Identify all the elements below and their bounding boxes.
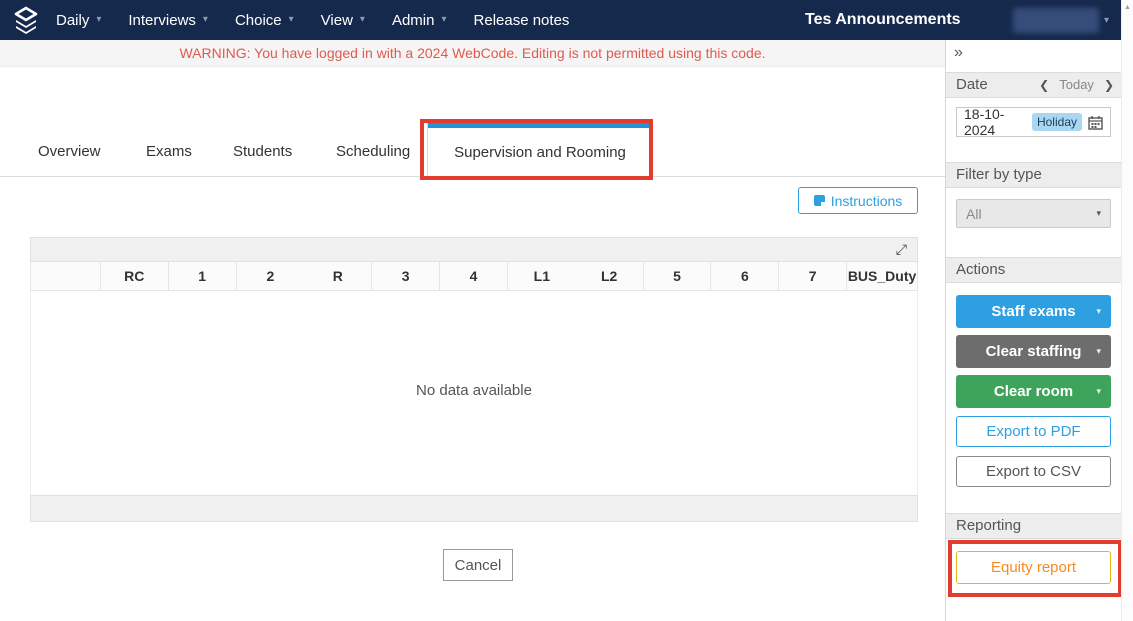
table-footer bbox=[30, 495, 918, 522]
filter-section-title: Filter by type bbox=[956, 166, 1042, 183]
chevron-down-icon: ▾ bbox=[441, 14, 447, 25]
supervision-table: ⤢ RC 1 2 R 3 4 L1 L2 5 6 7 BUS_Duty No d… bbox=[30, 237, 918, 522]
today-button[interactable]: Today bbox=[1059, 73, 1094, 97]
column-header-3: 3 bbox=[372, 262, 441, 290]
active-tab-indicator bbox=[428, 123, 652, 128]
equity-report-button[interactable]: Equity report bbox=[956, 551, 1111, 584]
holiday-badge: Holiday bbox=[1031, 113, 1082, 131]
table-toolbar: ⤢ bbox=[30, 237, 918, 262]
nav-item-label: Daily bbox=[56, 11, 90, 29]
nav-item-interviews[interactable]: Interviews ▾ bbox=[128, 12, 208, 29]
right-sidebar: » Date ❮ Today ❯ 18-10-2024 Holiday Filt… bbox=[945, 40, 1122, 621]
nav-item-admin[interactable]: Admin ▾ bbox=[392, 12, 447, 29]
column-header-6: 6 bbox=[711, 262, 780, 290]
column-header-4: 4 bbox=[440, 262, 508, 290]
column-header-7: 7 bbox=[779, 262, 848, 290]
top-navbar: Daily ▾ Interviews ▾ Choice ▾ View ▾ Adm… bbox=[0, 0, 1133, 40]
tes-logo-icon bbox=[14, 6, 38, 34]
column-header-l2: L2 bbox=[576, 262, 644, 290]
webcode-warning-banner: WARNING: You have logged in with a 2024 … bbox=[0, 40, 945, 67]
user-menu-redacted[interactable] bbox=[1013, 8, 1099, 33]
table-body: No data available bbox=[30, 291, 918, 495]
nav-item-label: View bbox=[320, 11, 353, 29]
chevron-down-icon: ▾ bbox=[288, 14, 294, 25]
section-header-actions: Actions bbox=[946, 257, 1122, 283]
reporting-section-title: Reporting bbox=[956, 517, 1022, 534]
column-header-l1: L1 bbox=[533, 268, 550, 284]
nav-item-label: Interviews bbox=[128, 11, 196, 29]
date-value: 18-10-2024 bbox=[964, 106, 1005, 138]
chevron-down-icon: ▾ bbox=[1096, 208, 1101, 218]
chevron-down-icon[interactable]: ▾ bbox=[1096, 346, 1101, 357]
tab-scheduling[interactable]: Scheduling bbox=[336, 143, 410, 160]
tab-overview[interactable]: Overview bbox=[38, 143, 101, 160]
instructions-icon bbox=[813, 195, 825, 206]
instructions-label: Instructions bbox=[830, 192, 903, 209]
date-section-title: Date bbox=[956, 76, 988, 93]
tab-students[interactable]: Students bbox=[233, 143, 292, 160]
collapse-sidebar-icon[interactable]: » bbox=[954, 44, 963, 62]
column-header bbox=[31, 262, 101, 290]
tes-announcements-label[interactable]: Tes Announcements bbox=[805, 11, 961, 29]
export-pdf-button[interactable]: Export to PDF bbox=[956, 416, 1111, 447]
column-header-r: R bbox=[304, 262, 373, 290]
column-header-1: 1 bbox=[169, 262, 237, 290]
next-day-icon[interactable]: ❯ bbox=[1104, 73, 1114, 97]
clear-staffing-label: Clear staffing bbox=[985, 343, 1082, 360]
selected-filter-value: All bbox=[966, 205, 982, 222]
clear-staffing-button[interactable]: Clear staffing ▾ bbox=[956, 335, 1111, 368]
vertical-scrollbar[interactable]: ▲ bbox=[1121, 0, 1133, 621]
instructions-button[interactable]: Instructions bbox=[798, 187, 918, 214]
clear-room-label: Clear room bbox=[993, 383, 1074, 400]
nav-item-label: Release notes bbox=[473, 11, 570, 29]
chevron-down-icon[interactable]: ▾ bbox=[1096, 386, 1101, 397]
column-header-5: 5 bbox=[644, 262, 712, 290]
cancel-button[interactable]: Cancel bbox=[443, 549, 513, 581]
tab-supervision-and-rooming[interactable]: Supervision and Rooming bbox=[427, 122, 653, 177]
date-input[interactable]: 18-10-2024 Holiday bbox=[956, 106, 1111, 138]
empty-state-message: No data available bbox=[416, 381, 532, 399]
staff-exams-label: Staff exams bbox=[991, 303, 1076, 320]
type-filter-select[interactable]: All ▾ bbox=[956, 199, 1111, 228]
tab-label: Supervision and Rooming bbox=[454, 144, 626, 161]
staff-exams-button[interactable]: Staff exams ▾ bbox=[956, 295, 1111, 328]
column-header-bus-duty: BUS_Duty bbox=[847, 268, 917, 284]
expand-icon[interactable]: ⤢ bbox=[896, 241, 907, 258]
actions-section-title: Actions bbox=[956, 261, 1006, 278]
column-header-2: 2 bbox=[266, 268, 275, 284]
previous-day-icon[interactable]: ❮ bbox=[1039, 73, 1049, 97]
navbar-menu: Daily ▾ Interviews ▾ Choice ▾ View ▾ Adm… bbox=[56, 12, 569, 29]
calendar-icon[interactable] bbox=[1088, 115, 1103, 130]
chevron-down-icon[interactable]: ▾ bbox=[1096, 306, 1101, 317]
table-header-row: RC 1 2 R 3 4 L1 L2 5 6 7 BUS_Duty bbox=[30, 262, 918, 291]
section-header-reporting: Reporting bbox=[946, 513, 1122, 539]
section-header-filter: Filter by type bbox=[946, 162, 1122, 188]
nav-item-label: Admin bbox=[391, 11, 435, 29]
nav-item-label: Choice bbox=[234, 11, 282, 29]
chevron-down-icon: ▾ bbox=[96, 14, 102, 25]
date-navigation: ❮ Today ❯ bbox=[1039, 73, 1114, 97]
scroll-up-icon[interactable]: ▲ bbox=[1124, 4, 1131, 11]
nav-item-choice[interactable]: Choice ▾ bbox=[235, 12, 294, 29]
chevron-down-icon[interactable]: ▾ bbox=[1104, 15, 1109, 26]
nav-item-daily[interactable]: Daily ▾ bbox=[56, 12, 101, 29]
chevron-down-icon: ▾ bbox=[202, 14, 208, 25]
chevron-down-icon: ▾ bbox=[359, 14, 365, 25]
section-header-date: Date ❮ Today ❯ bbox=[946, 72, 1122, 98]
tab-exams[interactable]: Exams bbox=[146, 143, 192, 160]
nav-item-view[interactable]: View ▾ bbox=[321, 12, 365, 29]
column-header-rc: RC bbox=[101, 262, 169, 290]
nav-item-release-notes[interactable]: Release notes bbox=[474, 12, 570, 29]
clear-room-button[interactable]: Clear room ▾ bbox=[956, 375, 1111, 408]
export-csv-button[interactable]: Export to CSV bbox=[956, 456, 1111, 487]
